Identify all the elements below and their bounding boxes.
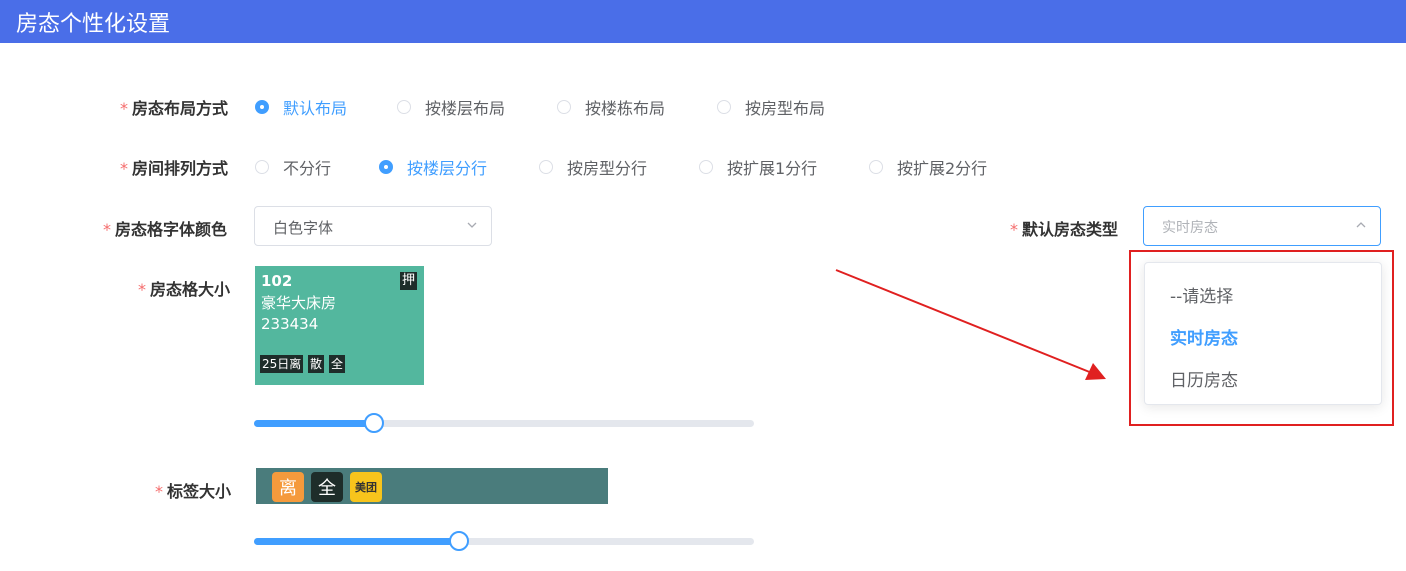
required-mark: * <box>1010 220 1018 239</box>
required-mark: * <box>120 159 128 178</box>
default-type-select[interactable]: 实时房态 <box>1143 206 1381 246</box>
tag-size-slider-fill <box>254 538 459 545</box>
tag-size-label: * 标签大小 <box>155 482 232 501</box>
radio-roomtype-layout[interactable]: 按房型布局 <box>717 95 825 119</box>
tile-size-slider[interactable] <box>254 413 754 433</box>
default-type-dropdown: --请选择 实时房态 日历房态 <box>1144 262 1382 405</box>
room-type: 豪华大床房 <box>261 294 337 312</box>
chevron-up-icon <box>1356 222 1366 228</box>
radio-circle-icon <box>397 100 411 114</box>
required-mark: * <box>120 99 128 118</box>
full-tag: 全 <box>329 355 346 373</box>
full-tag-icon: 全 <box>311 472 343 502</box>
font-color-select[interactable]: 白色字体 <box>254 206 492 246</box>
deposit-badge: 押 <box>400 272 418 290</box>
tile-size-slider-fill <box>254 420 374 427</box>
radio-circle-icon <box>557 100 571 114</box>
departure-tag: 25日离 <box>260 355 304 373</box>
tag-size-slider[interactable] <box>254 531 754 551</box>
radio-circle-icon <box>255 100 269 114</box>
room-code: 233434 <box>261 315 319 333</box>
radio-split-floor[interactable]: 按楼层分行 <box>379 155 487 179</box>
page-header: 房态个性化设置 <box>0 0 1406 43</box>
tag-preview-bar: 离 全 美团 <box>256 468 608 504</box>
default-type-placeholder: 实时房态 <box>1162 220 1218 236</box>
radio-default-layout[interactable]: 默认布局 <box>255 95 347 119</box>
room-number: 102 <box>261 272 293 290</box>
radio-split-ext1[interactable]: 按扩展1分行 <box>699 155 817 179</box>
radio-circle-icon <box>869 160 883 174</box>
tile-size-slider-thumb[interactable] <box>364 413 384 433</box>
departure-tag-icon: 离 <box>272 472 304 502</box>
room-tile-preview: 102 豪华大床房 233434 押 25日离 散 全 <box>255 266 424 385</box>
chevron-down-icon <box>467 222 477 228</box>
radio-circle-icon <box>539 160 553 174</box>
dropdown-option-calendar[interactable]: 日历房态 <box>1170 366 1238 391</box>
radio-circle-icon <box>379 160 393 174</box>
font-color-label: * 房态格字体颜色 <box>103 220 228 239</box>
tag-size-slider-thumb[interactable] <box>449 531 469 551</box>
radio-building-layout[interactable]: 按楼栋布局 <box>557 95 665 119</box>
arrangement-label: * 房间排列方式 <box>120 159 229 178</box>
radio-circle-icon <box>717 100 731 114</box>
required-mark: * <box>103 220 111 239</box>
page-title: 房态个性化设置 <box>16 12 171 37</box>
required-mark: * <box>138 280 146 299</box>
font-color-value: 白色字体 <box>273 219 334 237</box>
required-mark: * <box>155 482 163 501</box>
meituan-tag-icon: 美团 <box>350 472 382 502</box>
default-type-label: * 默认房态类型 <box>1010 220 1119 239</box>
radio-no-split[interactable]: 不分行 <box>255 155 331 179</box>
radio-floor-layout[interactable]: 按楼层布局 <box>397 95 505 119</box>
radio-split-roomtype[interactable]: 按房型分行 <box>539 155 647 179</box>
walkin-tag: 散 <box>308 355 325 373</box>
dropdown-option-realtime[interactable]: 实时房态 <box>1170 324 1238 349</box>
radio-circle-icon <box>255 160 269 174</box>
dropdown-option-please-select[interactable]: --请选择 <box>1170 282 1233 307</box>
tile-size-label: * 房态格大小 <box>138 280 231 299</box>
radio-split-ext2[interactable]: 按扩展2分行 <box>869 155 987 179</box>
radio-circle-icon <box>699 160 713 174</box>
layout-label: * 房态布局方式 <box>120 99 229 118</box>
